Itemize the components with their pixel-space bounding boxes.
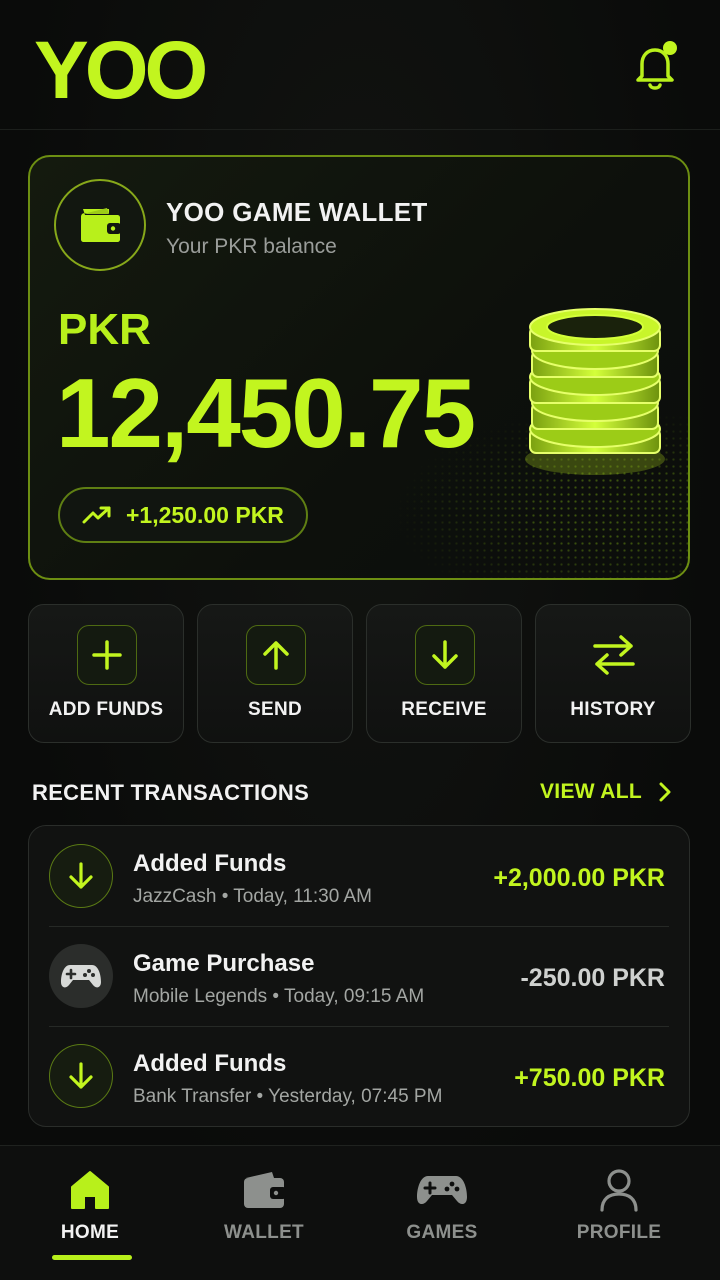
nav-home[interactable]: HOME	[2, 1146, 178, 1280]
coin-stack-illustration	[525, 308, 665, 475]
transaction-source: Mobile Legends	[133, 986, 268, 1007]
trending-up-icon	[82, 506, 111, 524]
transaction-time: Yesterday, 07:45 PM	[268, 1086, 443, 1107]
arrow-down-icon	[49, 844, 113, 908]
wallet-title: YOO GAME WALLET	[166, 197, 428, 227]
transaction-row[interactable]: Game Purchase Mobile Legends • Today, 09…	[29, 926, 689, 1026]
balance-amount: 12,450.75	[56, 358, 476, 468]
notification-dot	[663, 41, 677, 55]
receive-label: RECEIVE	[401, 699, 487, 720]
transaction-source: Bank Transfer	[133, 1086, 252, 1107]
nav-games-label: GAMES	[406, 1222, 478, 1243]
add-funds-button[interactable]: ADD FUNDS	[28, 604, 184, 743]
quick-actions: ADD FUNDS SEND RECEIVE HISTORY	[28, 604, 691, 744]
balance-change-text: +1,250.00 PKR	[126, 501, 284, 528]
transaction-meta: Bank Transfer • Yesterday, 07:45 PM	[133, 1086, 443, 1107]
arrow-down-icon	[49, 1044, 113, 1108]
transaction-amount: -250.00 PKR	[520, 964, 665, 992]
transaction-time: Today, 11:30 AM	[233, 886, 373, 907]
transaction-meta: Mobile Legends • Today, 09:15 AM	[133, 986, 425, 1007]
gamepad-icon	[416, 1166, 468, 1214]
transaction-meta: JazzCash • Today, 11:30 AM	[133, 886, 373, 907]
send-button[interactable]: SEND	[197, 604, 353, 743]
transaction-time: Today, 09:15 AM	[284, 986, 425, 1007]
home-icon	[64, 1166, 116, 1214]
nav-home-label: HOME	[60, 1222, 120, 1243]
wallet-icon	[238, 1166, 290, 1214]
nav-profile-label: PROFILE	[576, 1222, 662, 1243]
view-all-link[interactable]: VIEW ALL	[540, 780, 672, 804]
wallet-icon	[54, 179, 146, 271]
active-tab-indicator	[52, 1255, 132, 1260]
nav-games[interactable]: GAMES	[354, 1146, 530, 1280]
nav-wallet[interactable]: WALLET	[176, 1146, 352, 1280]
balance-currency: PKR	[58, 305, 151, 354]
yoo-logo: YOO	[34, 34, 209, 104]
arrow-down-icon	[415, 625, 475, 685]
transaction-row[interactable]: Added Funds JazzCash • Today, 11:30 AM +…	[29, 826, 689, 926]
gamepad-icon	[49, 944, 113, 1008]
bottom-navigation: HOME WALLET GAMES PROFILE	[0, 1145, 720, 1280]
bell-icon[interactable]	[628, 38, 684, 94]
nav-profile[interactable]: PROFILE	[531, 1146, 707, 1280]
transaction-list: Added Funds JazzCash • Today, 11:30 AM +…	[28, 825, 690, 1127]
recent-transactions-heading: RECENT TRANSACTIONS	[32, 780, 310, 805]
add-funds-label: ADD FUNDS	[48, 699, 164, 720]
send-label: SEND	[248, 699, 302, 720]
nav-wallet-label: WALLET	[224, 1222, 304, 1243]
transaction-name: Game Purchase	[133, 950, 315, 977]
transaction-row[interactable]: Added Funds Bank Transfer • Yesterday, 0…	[29, 1026, 689, 1126]
balance-change-badge: +1,250.00 PKR	[58, 487, 308, 543]
arrow-up-icon	[246, 625, 306, 685]
svg-text:YOO: YOO	[34, 34, 205, 104]
transaction-name: Added Funds	[133, 1050, 287, 1077]
view-all-label: VIEW ALL	[540, 780, 642, 803]
wallet-balance-card: YOO GAME WALLET Your PKR balance PKR 12,…	[28, 155, 690, 580]
app-header: YOO	[0, 0, 720, 130]
transaction-amount: +750.00 PKR	[514, 1064, 665, 1092]
history-button[interactable]: HISTORY	[535, 604, 691, 743]
transaction-amount: +2,000.00 PKR	[493, 864, 665, 892]
plus-icon	[77, 625, 137, 685]
user-icon	[593, 1166, 645, 1214]
chevron-right-icon	[659, 782, 671, 802]
receive-button[interactable]: RECEIVE	[366, 604, 522, 743]
wallet-home-screen: YOO YOO GAME WALLET Your PKR balance PKR…	[0, 0, 720, 1280]
wallet-subtitle: Your PKR balance	[166, 235, 337, 258]
swap-arrows-icon	[584, 625, 644, 685]
transaction-name: Added Funds	[133, 850, 287, 877]
transaction-source: JazzCash	[133, 886, 217, 907]
history-label: HISTORY	[570, 699, 656, 720]
